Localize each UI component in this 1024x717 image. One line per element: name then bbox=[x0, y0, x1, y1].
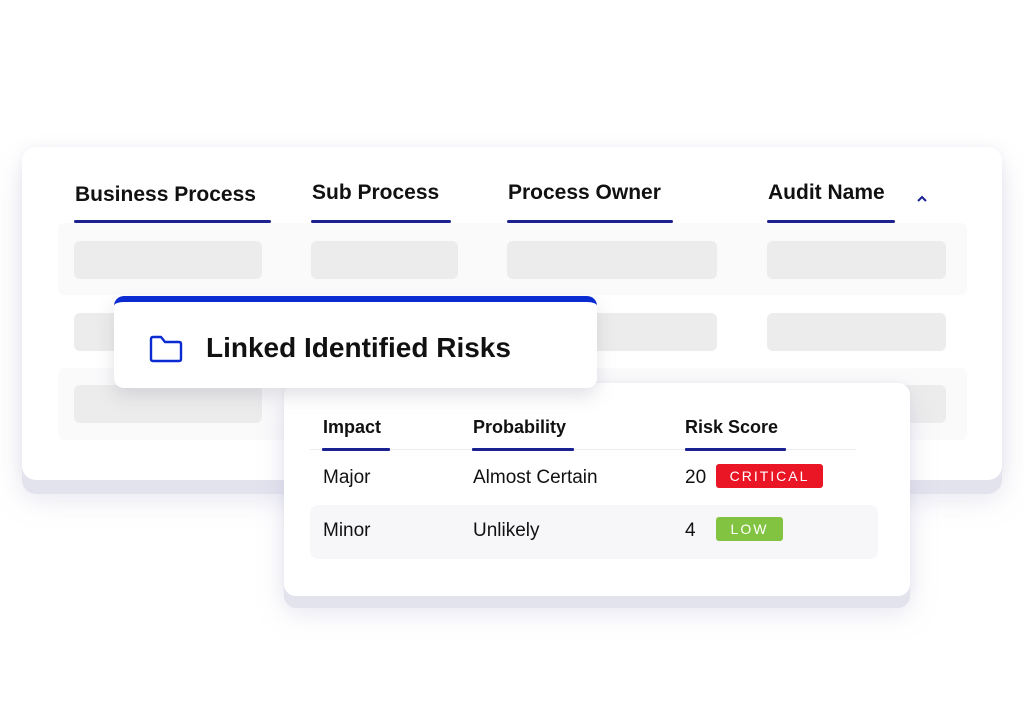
column-header-process-owner[interactable]: Process Owner bbox=[508, 181, 661, 205]
skeleton-cell bbox=[74, 241, 262, 279]
risk-level-badge: CRITICAL bbox=[716, 464, 823, 488]
risk-detail-card: Impact Probability Risk Score Major Almo… bbox=[284, 383, 910, 596]
risk-column-header-impact[interactable]: Impact bbox=[323, 417, 381, 438]
risk-level-badge: LOW bbox=[716, 517, 783, 541]
risk-row[interactable]: Minor Unlikely 4 LOW bbox=[310, 505, 878, 559]
column-underline bbox=[472, 448, 574, 451]
skeleton-cell bbox=[74, 385, 262, 423]
linked-risks-header-card[interactable]: Linked Identified Risks bbox=[114, 296, 597, 388]
column-underline bbox=[685, 448, 786, 451]
chevron-up-icon[interactable] bbox=[915, 192, 929, 206]
linked-risks-title: Linked Identified Risks bbox=[206, 332, 511, 363]
impact-value: Minor bbox=[323, 520, 371, 541]
column-header-sub-process[interactable]: Sub Process bbox=[312, 181, 439, 205]
risk-score-value: 4 bbox=[685, 520, 696, 541]
risk-row[interactable]: Major Almost Certain 20 CRITICAL bbox=[310, 452, 878, 506]
probability-value: Almost Certain bbox=[473, 467, 598, 488]
skeleton-cell bbox=[767, 241, 946, 279]
column-header-business-process[interactable]: Business Process bbox=[75, 183, 256, 207]
risk-score-value: 20 bbox=[685, 467, 707, 488]
risk-column-header-probability[interactable]: Probability bbox=[473, 417, 566, 438]
skeleton-cell bbox=[507, 241, 717, 279]
probability-value: Unlikely bbox=[473, 520, 540, 541]
impact-value: Major bbox=[323, 467, 371, 488]
column-header-audit-name[interactable]: Audit Name bbox=[768, 181, 885, 205]
skeleton-cell bbox=[767, 313, 946, 351]
folder-icon bbox=[149, 335, 183, 363]
risk-column-header-risk-score[interactable]: Risk Score bbox=[685, 417, 778, 438]
skeleton-cell bbox=[311, 241, 458, 279]
column-underline bbox=[322, 448, 390, 451]
